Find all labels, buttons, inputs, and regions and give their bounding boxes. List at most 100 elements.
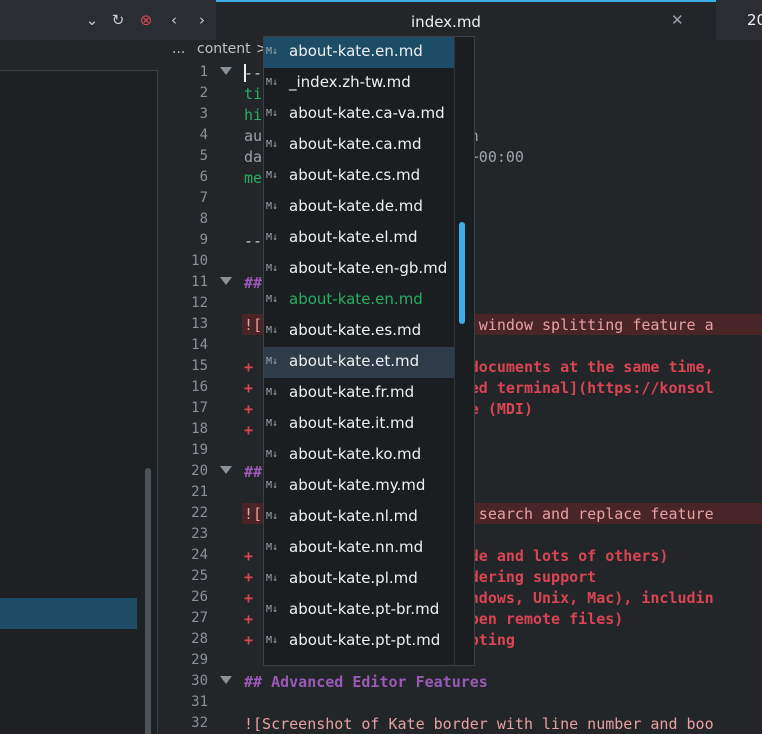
completion-item-label: about-kate.nl.md: [289, 507, 418, 525]
chevron-right-icon[interactable]: ›: [192, 10, 212, 30]
completion-item-label: about-kate.es.md: [289, 321, 422, 339]
line-number: 6: [199, 169, 208, 185]
fold-marker-icon[interactable]: [220, 67, 232, 75]
breadcrumb-overflow[interactable]: ...: [172, 41, 185, 57]
line-number: 30: [191, 673, 208, 689]
close-icon[interactable]: ✕: [671, 11, 684, 29]
completion-item[interactable]: M↓ about-kate.ca-va.md: [264, 99, 454, 130]
line-number: 12: [191, 295, 208, 311]
line-number: 14: [191, 337, 208, 353]
sidebar-selected-item[interactable]: [0, 598, 137, 629]
completion-item[interactable]: M↓ _index.zh-tw.md: [264, 68, 454, 99]
completion-item[interactable]: M↓ about-kate.cs.md: [264, 161, 454, 192]
line-number: 3: [199, 106, 208, 122]
sidebar: [0, 40, 160, 734]
completion-item[interactable]: M↓ about-kate.nn.md: [264, 533, 454, 564]
breadcrumb-content[interactable]: content: [197, 41, 251, 57]
completion-item-label: about-kate.fr.md: [289, 383, 415, 401]
line-number: 7: [199, 190, 208, 206]
code-line[interactable]: 30 ## Advanced Editor Features: [160, 671, 762, 692]
code-line[interactable]: 32 ![Screenshot of Kate border with line …: [160, 713, 762, 734]
chevron-left-icon[interactable]: ‹: [164, 10, 184, 30]
line-number: 17: [191, 400, 208, 416]
completion-item[interactable]: M↓ about-kate.my.md: [264, 471, 454, 502]
completion-item-label: about-kate.en.md: [289, 290, 423, 308]
code-text: ![Screenshot of Kate border with line nu…: [244, 715, 714, 733]
completion-item[interactable]: M↓ about-kate.ko.md: [264, 440, 454, 471]
tab-next[interactable]: 20: [716, 0, 762, 40]
completion-divider: [454, 37, 455, 665]
completion-item[interactable]: M↓ about-kate.el.md: [264, 223, 454, 254]
markdown-file-icon: M↓: [266, 108, 279, 119]
completion-item[interactable]: M↓ about-kate.pl.md: [264, 564, 454, 595]
fold-marker-icon[interactable]: [220, 277, 232, 285]
code-text: +: [244, 421, 254, 439]
markdown-file-icon: M↓: [266, 480, 279, 491]
line-number: 27: [191, 610, 208, 626]
completion-item-label: about-kate.ca.md: [289, 135, 422, 153]
completion-item[interactable]: M↓ about-kate.nl.md: [264, 502, 454, 533]
markdown-file-icon: M↓: [266, 356, 279, 367]
sidebar-scrollbar[interactable]: [145, 468, 151, 734]
completion-item-label: about-kate.en.md: [289, 42, 423, 60]
fold-marker-icon[interactable]: [220, 466, 232, 474]
code-text: ti: [244, 85, 263, 103]
sidebar-panel: [0, 70, 158, 734]
line-number: 23: [191, 526, 208, 542]
completion-item[interactable]: M↓ about-kate.es.md: [264, 316, 454, 347]
completion-item[interactable]: M↓ about-kate.en-gb.md: [264, 254, 454, 285]
code-text: ##: [244, 463, 263, 481]
completion-item[interactable]: M↓ about-kate.it.md: [264, 409, 454, 440]
line-number: 22: [191, 505, 208, 521]
markdown-file-icon: M↓: [266, 232, 279, 243]
top-bar: ⌄ ↻ ⊗ ‹ › index.md ✕ 20: [0, 0, 762, 40]
markdown-file-icon: M↓: [266, 418, 279, 429]
completion-scrollbar[interactable]: [459, 222, 465, 324]
completion-item[interactable]: M↓ about-kate.de.md: [264, 192, 454, 223]
completion-item[interactable]: M↓ about-kate.en.md: [264, 37, 454, 68]
line-number: 29: [191, 652, 208, 668]
reload-icon[interactable]: ↻: [108, 10, 128, 30]
line-number: 4: [199, 127, 208, 143]
completion-item[interactable]: M↓ about-kate.fr.md: [264, 378, 454, 409]
code-text: ##: [244, 274, 263, 292]
text-cursor: [244, 64, 246, 82]
line-number: 18: [191, 421, 208, 437]
completion-item[interactable]: M↓ about-kate.pt-pt.md: [264, 626, 454, 657]
code-text: --: [244, 232, 263, 250]
tab-index-md[interactable]: index.md ✕: [216, 0, 716, 40]
completion-item-label: about-kate.cs.md: [289, 166, 421, 184]
line-number: 19: [191, 442, 208, 458]
line-number: 11: [191, 274, 208, 290]
completion-item[interactable]: M↓ about-kate.en.md: [264, 285, 454, 316]
toolbar-left: ⌄ ↻ ⊗ ‹ ›: [0, 0, 216, 40]
markdown-file-icon: M↓: [266, 263, 279, 274]
completion-item[interactable]: M↓ about-kate.et.md: [264, 347, 454, 378]
completion-item-label: about-kate.it.md: [289, 414, 415, 432]
completion-item-label: about-kate.pt-br.md: [289, 600, 440, 618]
code-text: hi: [244, 106, 263, 124]
markdown-file-icon: M↓: [266, 139, 279, 150]
markdown-file-icon: M↓: [266, 201, 279, 212]
completion-item-label: about-kate.el.md: [289, 228, 418, 246]
line-number: 15: [191, 358, 208, 374]
completion-item-label: about-kate.my.md: [289, 476, 426, 494]
line-number: 2: [199, 85, 208, 101]
line-number: 20: [191, 463, 208, 479]
fold-marker-icon[interactable]: [220, 676, 232, 684]
line-number: 31: [191, 694, 208, 710]
line-number: 28: [191, 631, 208, 647]
stop-icon[interactable]: ⊗: [136, 10, 156, 30]
markdown-file-icon: M↓: [266, 170, 279, 181]
tab-next-label: 20: [747, 11, 762, 29]
completion-item[interactable]: M↓ about-kate.pt-br.md: [264, 595, 454, 626]
code-line[interactable]: 31: [160, 692, 762, 713]
markdown-file-icon: M↓: [266, 604, 279, 615]
completion-item[interactable]: M↓ about-kate.ca.md: [264, 130, 454, 161]
code-text: me: [244, 169, 263, 187]
line-number: 21: [191, 484, 208, 500]
chevron-down-icon[interactable]: ⌄: [82, 10, 102, 30]
completion-item-label: about-kate.pl.md: [289, 569, 418, 587]
completion-item-label: about-kate.ko.md: [289, 445, 422, 463]
line-number: 8: [199, 211, 208, 227]
